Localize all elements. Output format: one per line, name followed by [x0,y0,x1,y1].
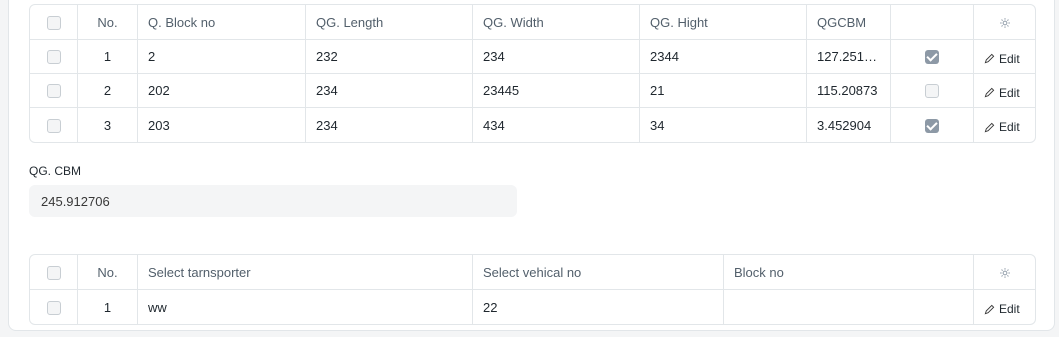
row-select-checkbox[interactable] [30,108,78,142]
header-length: QG. Length [306,5,473,40]
table-row[interactable]: 1 2 232 234 2344 127.2510… Edit [30,40,1035,74]
select-all-checkbox[interactable] [30,5,78,40]
row-checkbox[interactable] [891,108,974,142]
header-transporter: Select tarnsporter [138,255,473,290]
row-no: 1 [78,40,138,74]
edit-button[interactable]: Edit [974,40,1035,74]
row-no: 3 [78,108,138,142]
cell-qgcbm[interactable]: 115.20873 [807,74,891,108]
row-checkbox[interactable] [891,74,974,108]
table-row[interactable]: 3 203 234 434 34 3.452904 Edit [30,108,1035,142]
table-row[interactable]: 1 ww 22 Edit [30,290,1035,324]
cell-hight[interactable]: 21 [640,74,807,108]
cell-qgcbm[interactable]: 127.2510… [807,40,891,74]
cell-transporter[interactable]: ww [138,290,473,324]
pencil-icon [984,122,995,133]
header-hight: QG. Hight [640,5,807,40]
cell-block-no[interactable] [724,290,974,324]
edit-label: Edit [999,120,1020,135]
cell-length[interactable]: 234 [306,108,473,142]
cell-qgcbm[interactable]: 3.452904 [807,108,891,142]
header-no: No. [78,5,138,40]
pencil-icon [984,53,995,64]
edit-label: Edit [999,85,1020,100]
header-no: No. [78,255,138,290]
row-select-checkbox[interactable] [30,74,78,108]
cell-hight[interactable]: 34 [640,108,807,142]
pencil-icon [984,304,995,315]
table-row[interactable]: 2 202 234 23445 21 115.20873 Edit [30,74,1035,108]
cell-block-no[interactable]: 203 [138,108,306,142]
header-qgcbm: QGCBM [807,5,891,40]
row-select-checkbox[interactable] [30,40,78,74]
cell-width[interactable]: 234 [473,40,640,74]
table-header-row: No. Select tarnsporter Select vehical no… [30,255,1035,290]
edit-button[interactable]: Edit [974,108,1035,142]
cell-hight[interactable]: 2344 [640,40,807,74]
cell-width[interactable]: 434 [473,108,640,142]
header-check [891,5,974,40]
row-no: 2 [78,74,138,108]
qg-cbm-field[interactable]: 245.912706 [29,185,517,217]
pencil-icon [984,87,995,98]
edit-label: Edit [999,51,1020,66]
column-settings-button[interactable] [974,255,1035,290]
gear-icon [999,17,1011,29]
edit-button[interactable]: Edit [974,74,1035,108]
header-width: QG. Width [473,5,640,40]
header-block-no: Q. Block no [138,5,306,40]
table-header-row: No. Q. Block no QG. Length QG. Width QG.… [30,5,1035,40]
edit-label: Edit [999,302,1020,317]
row-checkbox[interactable] [891,40,974,74]
block-dimensions-table: No. Q. Block no QG. Length QG. Width QG.… [29,4,1036,143]
cell-block-no[interactable]: 2 [138,40,306,74]
column-settings-button[interactable] [974,5,1035,40]
cell-vehicle-no[interactable]: 22 [473,290,724,324]
qg-cbm-label: QG. CBM [29,164,82,178]
header-block-no: Block no [724,255,974,290]
row-select-checkbox[interactable] [30,290,78,324]
cell-length[interactable]: 234 [306,74,473,108]
transporter-table: No. Select tarnsporter Select vehical no… [29,254,1036,325]
row-no: 1 [78,290,138,324]
cell-block-no[interactable]: 202 [138,74,306,108]
cell-width[interactable]: 23445 [473,74,640,108]
cell-length[interactable]: 232 [306,40,473,74]
edit-button[interactable]: Edit [974,290,1035,324]
gear-icon [999,267,1011,279]
select-all-checkbox[interactable] [30,255,78,290]
header-vehicle-no: Select vehical no [473,255,724,290]
